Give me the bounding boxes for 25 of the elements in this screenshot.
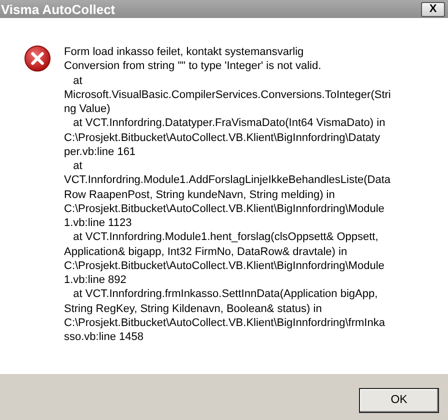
error-icon: [24, 45, 51, 72]
ok-button[interactable]: OK: [359, 388, 439, 412]
message-line: 1.vb:line 892: [64, 273, 128, 288]
message-line: Conversion from string "" to type 'Integer' is not valid.: [64, 59, 322, 74]
message-line: Application& bigapp, Int32 FirmNo, DataRow& dravtale) in: [64, 244, 348, 259]
message-line: Microsoft.VisualBasic.CompilerServices.Conversions.ToInteger(Stri: [64, 88, 391, 102]
message-line: at VCT.Innfordring.Datatyper.FraVismaDato(Int64 VismaDato) in: [72, 116, 386, 130]
message-line: sso.vb:line 1458: [64, 330, 144, 344]
message-line: at: [72, 159, 84, 174]
message-line: at: [72, 74, 84, 88]
close-button[interactable]: X: [421, 2, 445, 16]
message-line: VCT.Innfordring.Module1.AddForslagLinjeIkkeBehandlesListe(Data: [64, 173, 391, 188]
message-line: String RegKey, String Kildenavn, Boolean& status) in: [64, 302, 323, 316]
message-line: Form load inkasso feilet, kontakt systemansvarlig: [64, 45, 305, 60]
message-line: at VCT.Innfordring.Module1.hent_forslag(clsOppsett& Oppsett,: [72, 230, 380, 244]
window-title: Visma AutoCollect: [1, 2, 116, 16]
message-line: ng Value): [64, 102, 112, 116]
message-line: Row RaapenPost, String kundeNavn, String melding) in: [64, 188, 336, 202]
message-line: per.vb:line 161: [64, 144, 137, 159]
message-line: at VCT.Innfordring.frmInkasso.SettInnData(Application bigApp,: [72, 287, 379, 302]
message-line: C:\Prosjekt.Bitbucket\AutoCollect.VB.Klient\BigInnfordring\Module: [64, 202, 386, 216]
message-line: C:\Prosjekt.Bitbucket\AutoCollect.VB.Klient\BigInnfordring\frmInka: [64, 316, 386, 330]
message-line: 1.vb:line 1123: [64, 216, 133, 230]
message-line: C:\Prosjekt.Bitbucket\AutoCollect.VB.Klient\BigInnfordring\Module: [64, 258, 386, 273]
message-line: C:\Prosjekt.Bitbucket\AutoCollect.VB.Klient\BigInnfordring\Dataty: [64, 130, 382, 145]
